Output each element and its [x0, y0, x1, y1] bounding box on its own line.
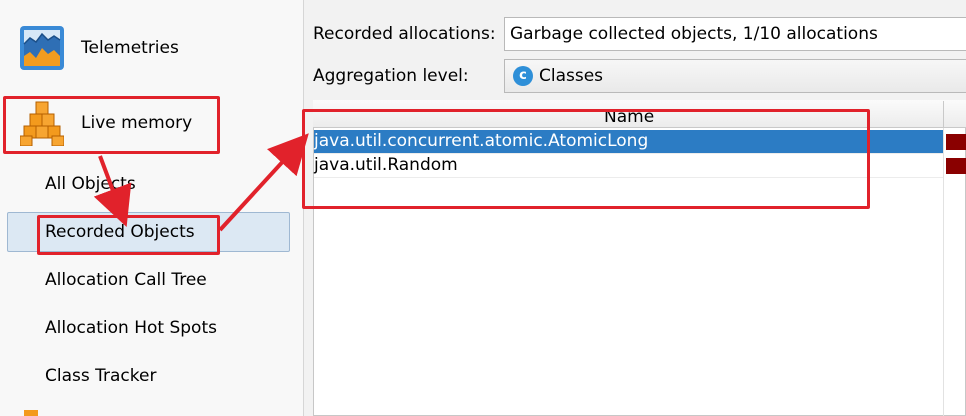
annotation-arrow-down [93, 155, 132, 227]
annotation-arrow-right [218, 133, 309, 232]
annotation-arrows [93, 133, 309, 232]
